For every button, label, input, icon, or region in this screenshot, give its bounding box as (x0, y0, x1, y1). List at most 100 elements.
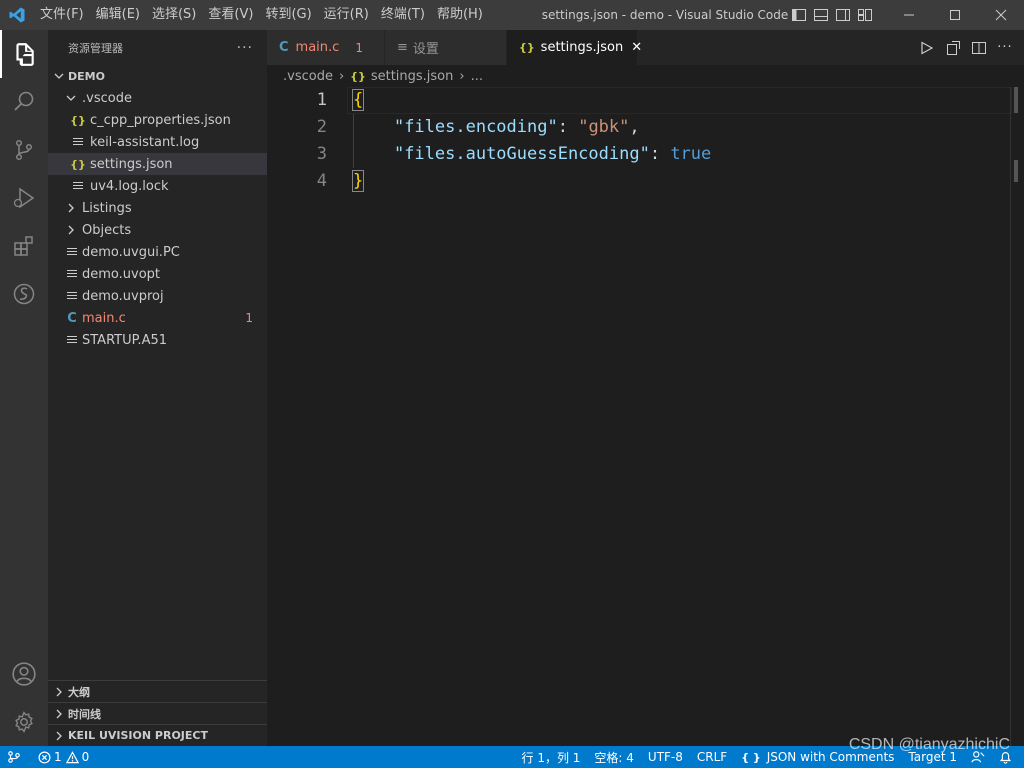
tab-settings-json[interactable]: {} settings.json ✕ (507, 30, 642, 65)
maximize-icon[interactable] (932, 0, 978, 30)
line-number: 4 (316, 171, 327, 191)
menu-terminal[interactable]: 终端(T) (375, 0, 431, 30)
menu-edit[interactable]: 编辑(E) (90, 0, 146, 30)
explorer-title: 资源管理器 (68, 41, 123, 55)
tree-item-label: .vscode (82, 90, 132, 106)
json-file-icon: {} (70, 113, 86, 127)
remote-icon[interactable] (0, 746, 28, 768)
breadcrumb-file[interactable]: settings.json (371, 69, 454, 84)
tree-item-label: demo.uvgui.PC (82, 244, 180, 260)
breadcrumb-more[interactable]: ... (471, 69, 483, 84)
menu-help[interactable]: 帮助(H) (431, 0, 489, 30)
account-icon[interactable] (0, 650, 48, 698)
text-file-icon (64, 241, 80, 263)
tab-settings-ui[interactable]: ≡ 设置 (385, 30, 507, 65)
file-encoding[interactable]: UTF-8 (641, 746, 690, 768)
line-number: 3 (316, 144, 327, 164)
cursor-position[interactable]: 行 1，列 1 (515, 746, 588, 768)
editor-scrollbar[interactable] (1010, 87, 1024, 746)
breadcrumb: .vscode › {} settings.json › ... (267, 65, 1024, 87)
tree-file-uv4-log-lock[interactable]: uv4.log.lock (48, 175, 267, 197)
json-brace: { (351, 89, 365, 111)
tab-problems-badge: 1 (355, 40, 363, 55)
menu-run[interactable]: 运行(R) (318, 0, 375, 30)
timeline-section[interactable]: 时间线 (48, 702, 267, 724)
menu-go[interactable]: 转到(G) (259, 0, 317, 30)
tree-folder-vscode[interactable]: .vscode (48, 87, 267, 109)
menu-view[interactable]: 查看(V) (202, 0, 259, 30)
tree-item-label: settings.json (90, 156, 173, 172)
settings-gear-icon[interactable] (0, 698, 48, 746)
more-actions-icon[interactable]: ··· (237, 40, 253, 56)
toggle-panel-icon[interactable] (810, 0, 832, 30)
customize-layout-icon[interactable] (854, 0, 876, 30)
status-bar: 1 0 行 1，列 1 空格: 4 UTF-8 CRLF { } JSON wi… (0, 746, 1024, 768)
source-control-icon[interactable] (0, 126, 48, 174)
line-number: 2 (316, 117, 327, 137)
error-count: 1 (54, 750, 62, 764)
tree-file-startup-a51[interactable]: STARTUP.A51 (48, 329, 267, 351)
problems-indicator[interactable]: 1 0 (28, 746, 96, 768)
explorer-icon[interactable] (0, 30, 48, 78)
workspace-root[interactable]: DEMO (48, 65, 267, 87)
json-comma: , (629, 117, 640, 137)
tree-file-demo-uvgui[interactable]: demo.uvgui.PC (48, 241, 267, 263)
feedback-icon[interactable] (964, 746, 992, 768)
menu-selection[interactable]: 选择(S) (146, 0, 202, 30)
tree-file-demo-uvproj[interactable]: demo.uvproj (48, 285, 267, 307)
close-tab-icon[interactable]: ✕ (631, 40, 642, 55)
code-editor[interactable]: 1 2 3 4 { "files.encoding": "gbk", "file… (267, 87, 1024, 746)
tree-file-c-cpp-properties[interactable]: {} c_cpp_properties.json (48, 109, 267, 131)
tab-label: main.c (295, 40, 340, 55)
tree-folder-listings[interactable]: Listings (48, 197, 267, 219)
tree-file-keil-assistant-log[interactable]: keil-assistant.log (48, 131, 267, 153)
code-line: { (351, 87, 365, 114)
section-label: 大纲 (68, 685, 90, 699)
json-file-icon: {} (519, 41, 535, 54)
json-boolean: true (670, 144, 712, 164)
indentation[interactable]: 空格: 4 (587, 746, 641, 768)
outline-section[interactable]: 大纲 (48, 680, 267, 702)
tree-file-main-c[interactable]: C main.c 1 (48, 307, 267, 329)
close-window-icon[interactable] (978, 0, 1024, 30)
extensions-icon[interactable] (0, 222, 48, 270)
tab-main-c[interactable]: C main.c 1 (267, 30, 385, 65)
end-of-line[interactable]: CRLF (690, 746, 734, 768)
language-mode[interactable]: { } JSON with Comments (734, 746, 901, 768)
window-title: settings.json - demo - Visual Studio Cod… (541, 8, 789, 22)
chevron-right-icon: › (459, 68, 465, 84)
c-file-icon: C (279, 40, 289, 55)
split-editor-icon[interactable] (966, 30, 992, 65)
tree-folder-objects[interactable]: Objects (48, 219, 267, 241)
code-line: "files.encoding": "gbk", (353, 114, 640, 141)
chevron-right-icon (52, 681, 66, 703)
breadcrumb-folder[interactable]: .vscode (283, 69, 333, 84)
run-debug-icon[interactable] (0, 174, 48, 222)
tree-file-settings-json[interactable]: {} settings.json (48, 153, 267, 175)
run-icon[interactable] (914, 30, 940, 65)
explorer-header: 资源管理器 ··· (48, 30, 267, 65)
notifications-bell-icon[interactable] (992, 746, 1024, 768)
tree-file-demo-uvopt[interactable]: demo.uvopt (48, 263, 267, 285)
settings-file-icon: ≡ (397, 40, 408, 55)
tree-item-label: keil-assistant.log (90, 134, 200, 150)
toggle-primary-sidebar-icon[interactable] (788, 0, 810, 30)
keil-uvision-project-section[interactable]: KEIL UVISION PROJECT (48, 724, 267, 746)
keil-target[interactable]: Target 1 (901, 746, 964, 768)
explorer-sidebar: 资源管理器 ··· DEMO .vscode {} c_cpp_properti… (48, 30, 267, 746)
more-actions-icon[interactable]: ··· (992, 30, 1018, 65)
c-file-icon: C (67, 310, 77, 326)
scroll-marker (1014, 87, 1018, 113)
search-icon[interactable] (0, 78, 48, 126)
title-bar: 文件(F) 编辑(E) 选择(S) 查看(V) 转到(G) 运行(R) 终端(T… (0, 0, 1024, 30)
workspace-root-label: DEMO (68, 69, 105, 83)
toggle-secondary-sidebar-icon[interactable] (832, 0, 854, 30)
menu-file[interactable]: 文件(F) (34, 0, 90, 30)
minimize-icon[interactable] (886, 0, 932, 30)
keil-extension-icon[interactable] (0, 270, 48, 318)
tree-item-label: STARTUP.A51 (82, 332, 168, 348)
open-settings-ui-icon[interactable] (940, 30, 966, 65)
tree-item-label: c_cpp_properties.json (90, 112, 231, 128)
language-label: JSON with Comments (766, 750, 895, 764)
chevron-right-icon (52, 725, 66, 747)
